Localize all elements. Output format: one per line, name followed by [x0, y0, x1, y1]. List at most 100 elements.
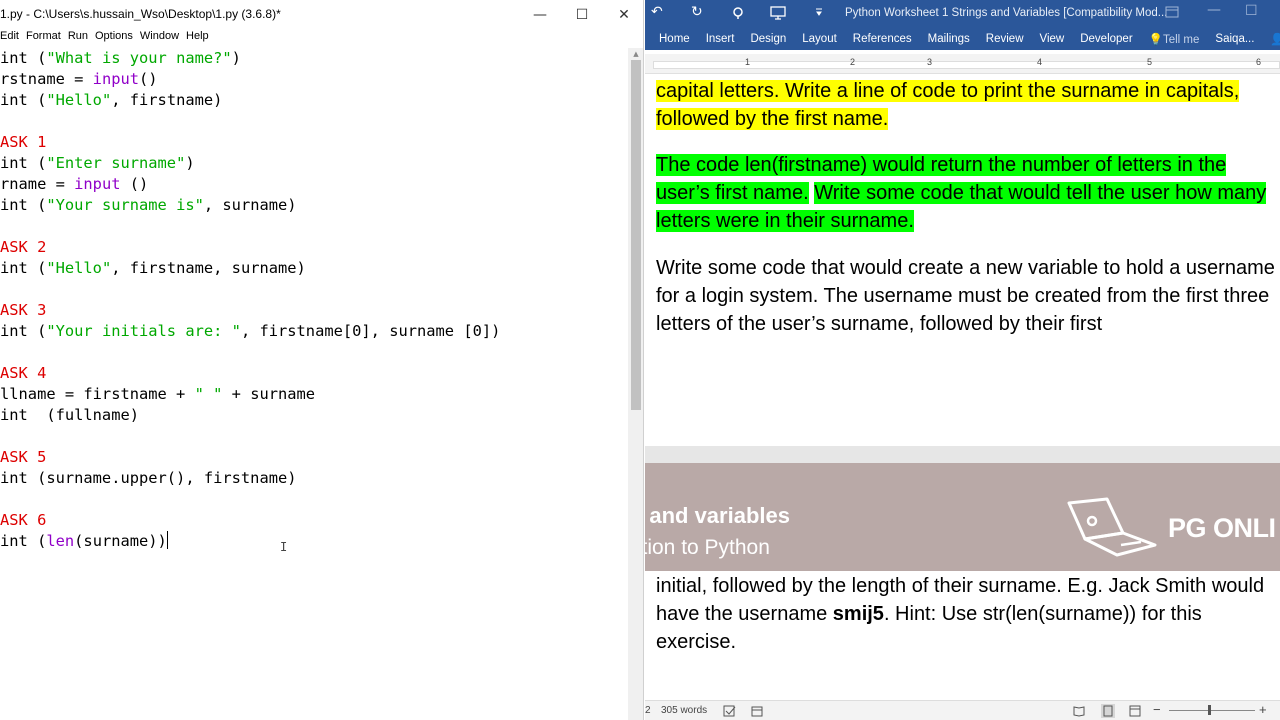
menu-edit[interactable]: Edit [0, 30, 26, 49]
ruler-number: 1 [745, 57, 751, 67]
ribbon-display-icon[interactable] [1165, 6, 1179, 18]
minimize-button[interactable]: — [518, 0, 562, 30]
code-line[interactable]: int ("Your initials are: ", firstname[0]… [0, 321, 628, 342]
person-icon: 👤 [1270, 34, 1280, 46]
print-layout-icon[interactable] [1101, 704, 1115, 718]
code-token: "Your initials are: " [46, 322, 241, 340]
code-token: ASK 3 [0, 301, 47, 319]
text-cursor-icon: I [280, 540, 288, 554]
code-line[interactable]: llname = firstname + " " + surname [0, 384, 628, 405]
code-token: "Your surname is" [46, 196, 204, 214]
editor-scrollbar[interactable]: ▲ [628, 48, 643, 720]
tell-me-search[interactable]: 💡Tell me [1149, 32, 1208, 46]
tab-references[interactable]: References [853, 33, 920, 45]
redo-icon[interactable]: ↻ [691, 4, 703, 20]
paragraph-task7[interactable]: Write some code that would create a new … [656, 254, 1280, 338]
code-token: ) [231, 49, 241, 67]
tab-developer[interactable]: Developer [1080, 33, 1140, 45]
code-line[interactable]: ASK 1 [0, 132, 628, 153]
zoom-out-button[interactable]: − [1153, 702, 1161, 717]
read-mode-icon[interactable] [1073, 705, 1085, 717]
present-icon[interactable] [770, 6, 786, 20]
code-line[interactable]: ASK 4 [0, 363, 628, 384]
code-token: input [74, 175, 121, 193]
undo-icon[interactable]: ↶ [651, 4, 663, 20]
word-maximize-button[interactable]: ☐ [1245, 3, 1258, 19]
code-line[interactable]: rname = input () [0, 174, 628, 195]
page-indicator[interactable]: 2 [645, 705, 651, 716]
tab-insert[interactable]: Insert [706, 33, 743, 45]
code-token: ASK 1 [0, 133, 47, 151]
ruler-number: 4 [1037, 57, 1043, 67]
code-line[interactable]: int ("Hello", firstname) [0, 90, 628, 111]
idle-window-title: 1.py - C:\Users\s.hussain_Wso\Desktop\1.… [0, 7, 281, 21]
code-editor[interactable]: int ("What is your name?") rstname = inpu… [0, 48, 628, 720]
code-line[interactable]: int ("What is your name?") [0, 48, 628, 69]
code-line[interactable]: int ("Hello", firstname, surname) [0, 258, 628, 279]
proofing-icon[interactable] [723, 705, 737, 717]
scrollbar-thumb[interactable] [631, 60, 641, 410]
menu-window[interactable]: Window [140, 30, 186, 49]
code-token: rstname = [0, 70, 93, 88]
bold-text: smij5 [832, 603, 884, 625]
menu-format[interactable]: Format [26, 30, 68, 49]
code-token: int ( [0, 196, 47, 214]
code-line[interactable]: ASK 6 [0, 510, 628, 531]
touch-mode-icon[interactable] [731, 6, 745, 20]
word-count[interactable]: 305 words [661, 705, 707, 716]
zoom-slider-thumb[interactable] [1208, 705, 1211, 715]
code-token: int ( [0, 154, 47, 172]
tab-mailings[interactable]: Mailings [928, 33, 978, 45]
tab-view[interactable]: View [1040, 33, 1073, 45]
code-token: int ( [0, 91, 47, 109]
word-minimize-button[interactable]: — [1207, 2, 1221, 18]
code-token: ASK 5 [0, 448, 47, 466]
code-line[interactable] [0, 426, 628, 447]
code-line[interactable] [0, 342, 628, 363]
code-line[interactable] [0, 111, 628, 132]
code-line[interactable]: ASK 5 [0, 447, 628, 468]
share-button[interactable]: 👤Sh [1270, 32, 1280, 46]
paragraph-task6[interactable]: The code len(firstname) would return the… [656, 151, 1280, 235]
web-layout-icon[interactable] [1129, 705, 1141, 717]
customize-toolbar-icon[interactable] [815, 8, 823, 18]
account-name[interactable]: Saiqa... [1215, 33, 1262, 45]
menu-help[interactable]: Help [186, 30, 216, 49]
code-line[interactable]: int (len(surname)) [0, 531, 628, 552]
paragraph-task5[interactable]: capital letters. Write a line of code to… [656, 77, 1280, 133]
code-token: input [92, 70, 140, 88]
tab-design[interactable]: Design [750, 33, 794, 45]
horizontal-ruler[interactable]: 1 2 3 4 5 6 [645, 54, 1280, 74]
tab-layout[interactable]: Layout [802, 33, 845, 45]
code-line[interactable]: int (surname.upper(), firstname) [0, 468, 628, 489]
macro-icon[interactable] [751, 705, 763, 717]
code-line[interactable]: ASK 3 [0, 300, 628, 321]
banner-subtitle: ction to Python [645, 536, 770, 559]
code-token: int ( [0, 259, 47, 277]
code-line[interactable] [0, 489, 628, 510]
maximize-button[interactable]: ☐ [560, 0, 604, 30]
zoom-slider-track[interactable] [1169, 710, 1255, 711]
code-token: "Hello" [46, 91, 112, 109]
code-token: int ( [0, 322, 47, 340]
paragraph-task7-continued[interactable]: initial, followed by the length of their… [656, 572, 1280, 656]
document-page-area-2[interactable]: initial, followed by the length of their… [645, 571, 1280, 695]
scroll-up-arrow-icon[interactable]: ▲ [628, 48, 643, 60]
code-line[interactable]: int ("Your surname is", surname) [0, 195, 628, 216]
tab-home[interactable]: Home [659, 33, 698, 45]
code-line[interactable] [0, 279, 628, 300]
code-line[interactable]: rstname = input() [0, 69, 628, 90]
code-token: llname = firstname + [0, 385, 195, 403]
close-button[interactable]: ✕ [602, 0, 643, 30]
code-token: , firstname) [111, 91, 223, 109]
tab-review[interactable]: Review [986, 33, 1032, 45]
document-page-area[interactable]: capital letters. Write a line of code to… [645, 74, 1280, 446]
zoom-in-button[interactable]: + [1259, 702, 1267, 717]
menu-options[interactable]: Options [95, 30, 140, 49]
code-line[interactable]: ASK 2 [0, 237, 628, 258]
code-token: int ( [0, 532, 47, 550]
code-line[interactable] [0, 216, 628, 237]
code-line[interactable]: int (fullname) [0, 405, 628, 426]
menu-run[interactable]: Run [68, 30, 95, 49]
code-line[interactable]: int ("Enter surname") [0, 153, 628, 174]
